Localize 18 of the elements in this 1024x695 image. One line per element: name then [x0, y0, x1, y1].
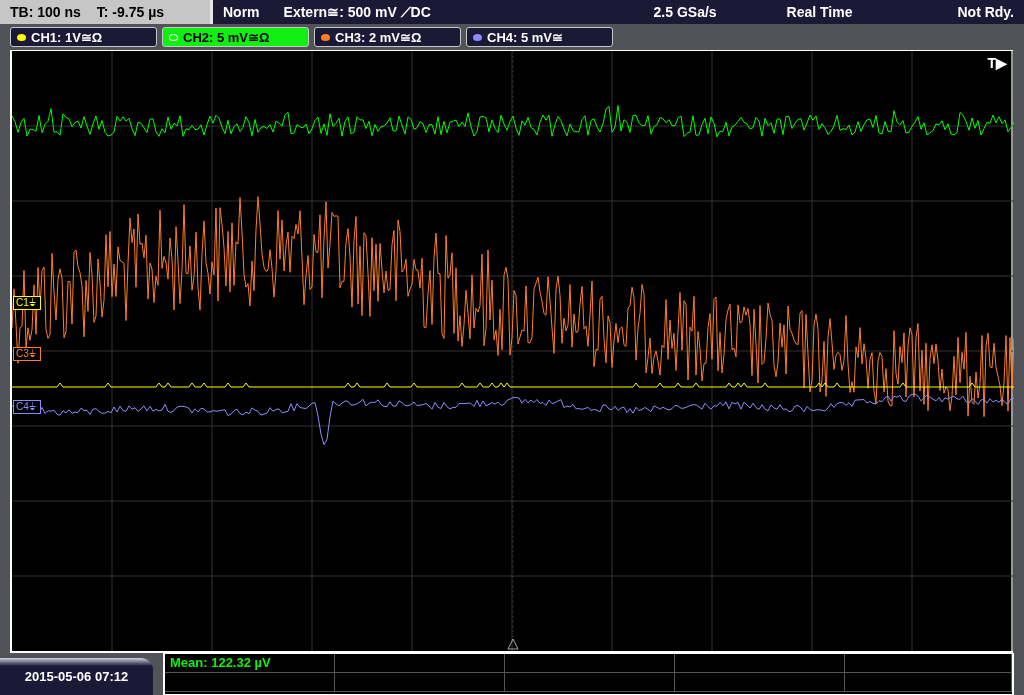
- measurement-value: Mean: 122.32 µV: [165, 654, 335, 673]
- trigger-mode-readout: Norm: [223, 2, 260, 22]
- date-time-readout: 2015-05-06 07:12: [0, 658, 153, 695]
- channel-tab[interactable]: CH1: 1V≅Ω: [10, 27, 157, 47]
- channel-ground-marker: C1⏚: [13, 296, 41, 310]
- channel-ground-marker: C4⏚: [13, 400, 41, 414]
- trigger-position-icon: [507, 638, 519, 650]
- channel-ground-marker: C3⏚: [13, 347, 41, 361]
- timebase-readout: TB: 100 ns: [10, 2, 81, 22]
- channel-tab[interactable]: CH3: 2 mV≅Ω: [314, 27, 461, 47]
- sample-rate-readout: 2.5 GSa/s: [653, 2, 717, 22]
- acquisition-mode-readout: Real Time: [786, 2, 853, 22]
- trigger-time-readout: T: -9.75 µs: [96, 2, 165, 22]
- trigger-label: T▶: [987, 54, 1007, 73]
- channel-tab[interactable]: CH2: 5 mV≅Ω: [162, 27, 309, 47]
- status-readout: Not Rdy.: [957, 2, 1014, 22]
- trigger-source-readout: Extern≅: 500 mV ⟋DC: [283, 2, 431, 22]
- channel-tab[interactable]: CH4: 5 mV≅: [466, 27, 613, 47]
